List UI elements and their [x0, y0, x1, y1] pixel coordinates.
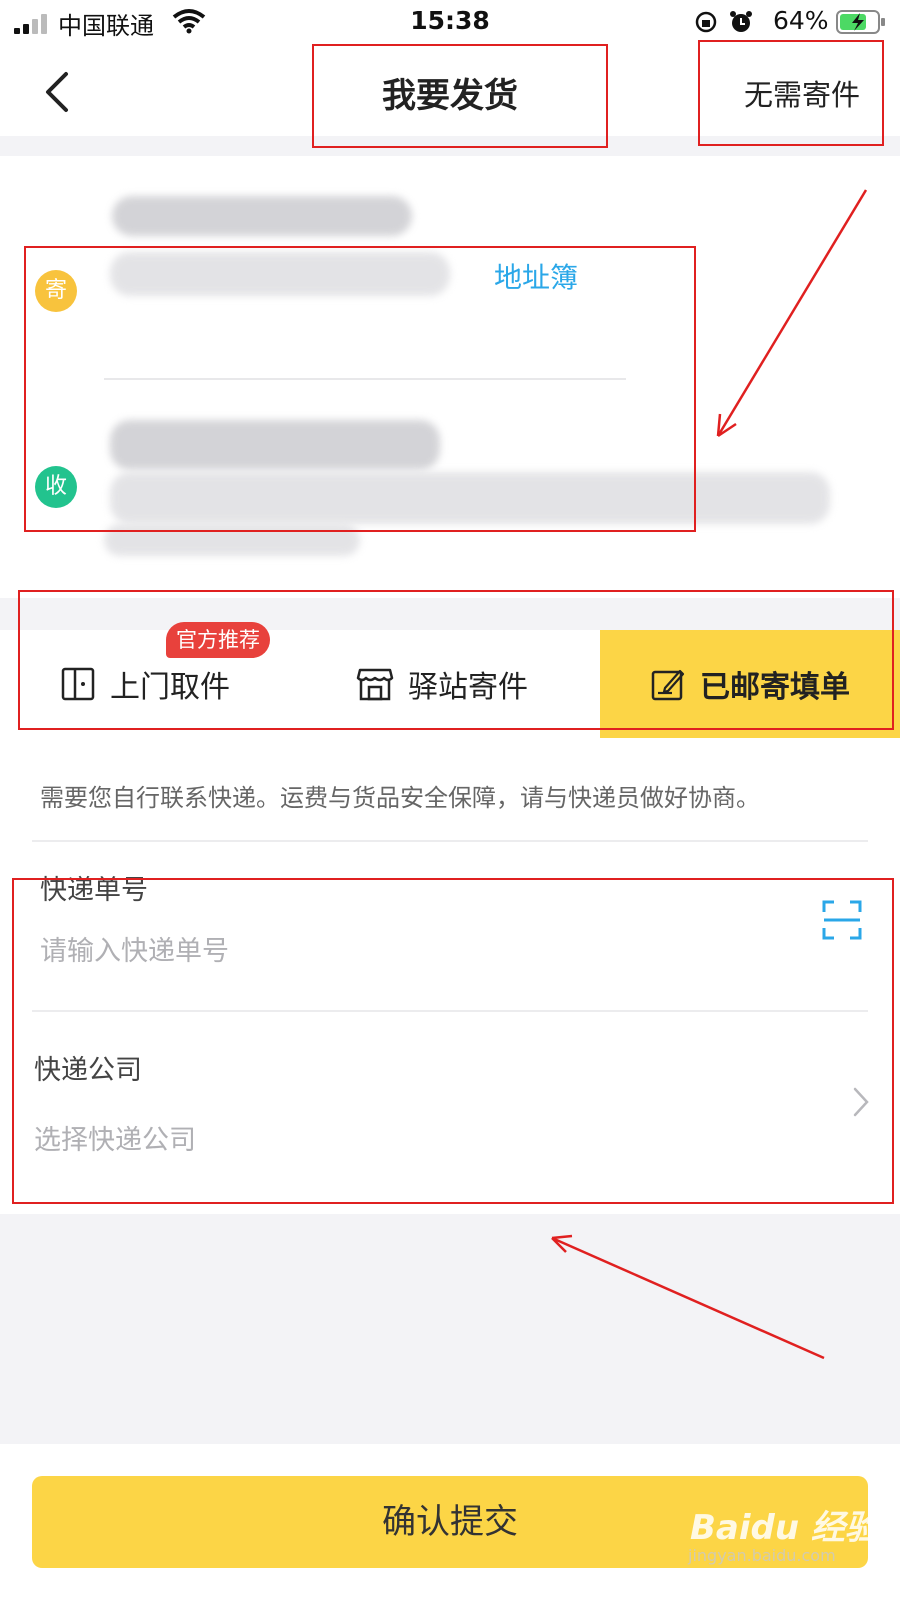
tab-door-pickup-label: 上门取件 [110, 670, 230, 705]
address-book-link[interactable]: 地址簿 [494, 256, 578, 296]
tab-station-drop[interactable]: 驿站寄件 [356, 630, 596, 738]
tab-door-pickup[interactable]: 上门取件 官方推荐 [60, 622, 300, 738]
receiver-name-redacted [110, 420, 440, 470]
sender-address-redacted[interactable] [110, 252, 450, 296]
receiver-address-line2-redacted [104, 524, 360, 556]
tracking-divider [32, 1010, 868, 1012]
address-divider [104, 378, 626, 380]
battery-percent: 64% [773, 6, 829, 35]
chevron-right-icon[interactable] [852, 1086, 870, 1118]
notice-divider [32, 840, 868, 842]
receiver-badge: 收 [35, 466, 77, 508]
recommended-badge: 官方推荐 [166, 622, 270, 658]
address-card: 寄 地址簿 收 [0, 156, 900, 598]
baidu-watermark: Baidu 经验 [690, 1508, 879, 1548]
alarm-icon [730, 11, 752, 32]
tab-already-mailed[interactable]: 已邮寄填单 [600, 630, 900, 738]
scan-icon[interactable] [822, 900, 862, 940]
sender-badge: 寄 [35, 270, 77, 312]
receiver-address-redacted[interactable] [110, 472, 830, 524]
notice-text: 需要您自行联系快递。运费与货品安全保障，请与快递员做好协商。 [40, 784, 760, 812]
battery-charging-icon [836, 10, 885, 34]
tracking-number-input[interactable] [40, 936, 640, 967]
no-shipping-needed-button[interactable]: 无需寄件 [744, 72, 860, 114]
rotation-lock-icon [695, 11, 717, 33]
nav-bar: 我要发货 无需寄件 [0, 44, 900, 136]
storefront-icon [356, 668, 394, 701]
door-icon [61, 667, 95, 701]
tracking-number-label: 快递单号 [40, 875, 148, 906]
edit-form-icon [651, 669, 685, 701]
courier-company-select[interactable]: 选择快递公司 [34, 1118, 196, 1157]
shipping-mode-tabs: 上门取件 官方推荐 驿站寄件 已邮寄填单 [0, 622, 900, 738]
form-section: 需要您自行联系快递。运费与货品安全保障，请与快递员做好协商。 快递单号 快递公司… [0, 738, 900, 1214]
tab-station-drop-label: 驿站寄件 [408, 670, 528, 705]
baidu-watermark-url: jingyan.baidu.com [688, 1546, 836, 1565]
tab-already-mailed-label: 已邮寄填单 [700, 670, 850, 705]
status-time: 15:38 [410, 6, 490, 35]
courier-company-label: 快递公司 [34, 1055, 142, 1086]
sender-name-redacted [112, 196, 412, 236]
status-bar: 中国联通 15:38 64% [0, 0, 900, 44]
